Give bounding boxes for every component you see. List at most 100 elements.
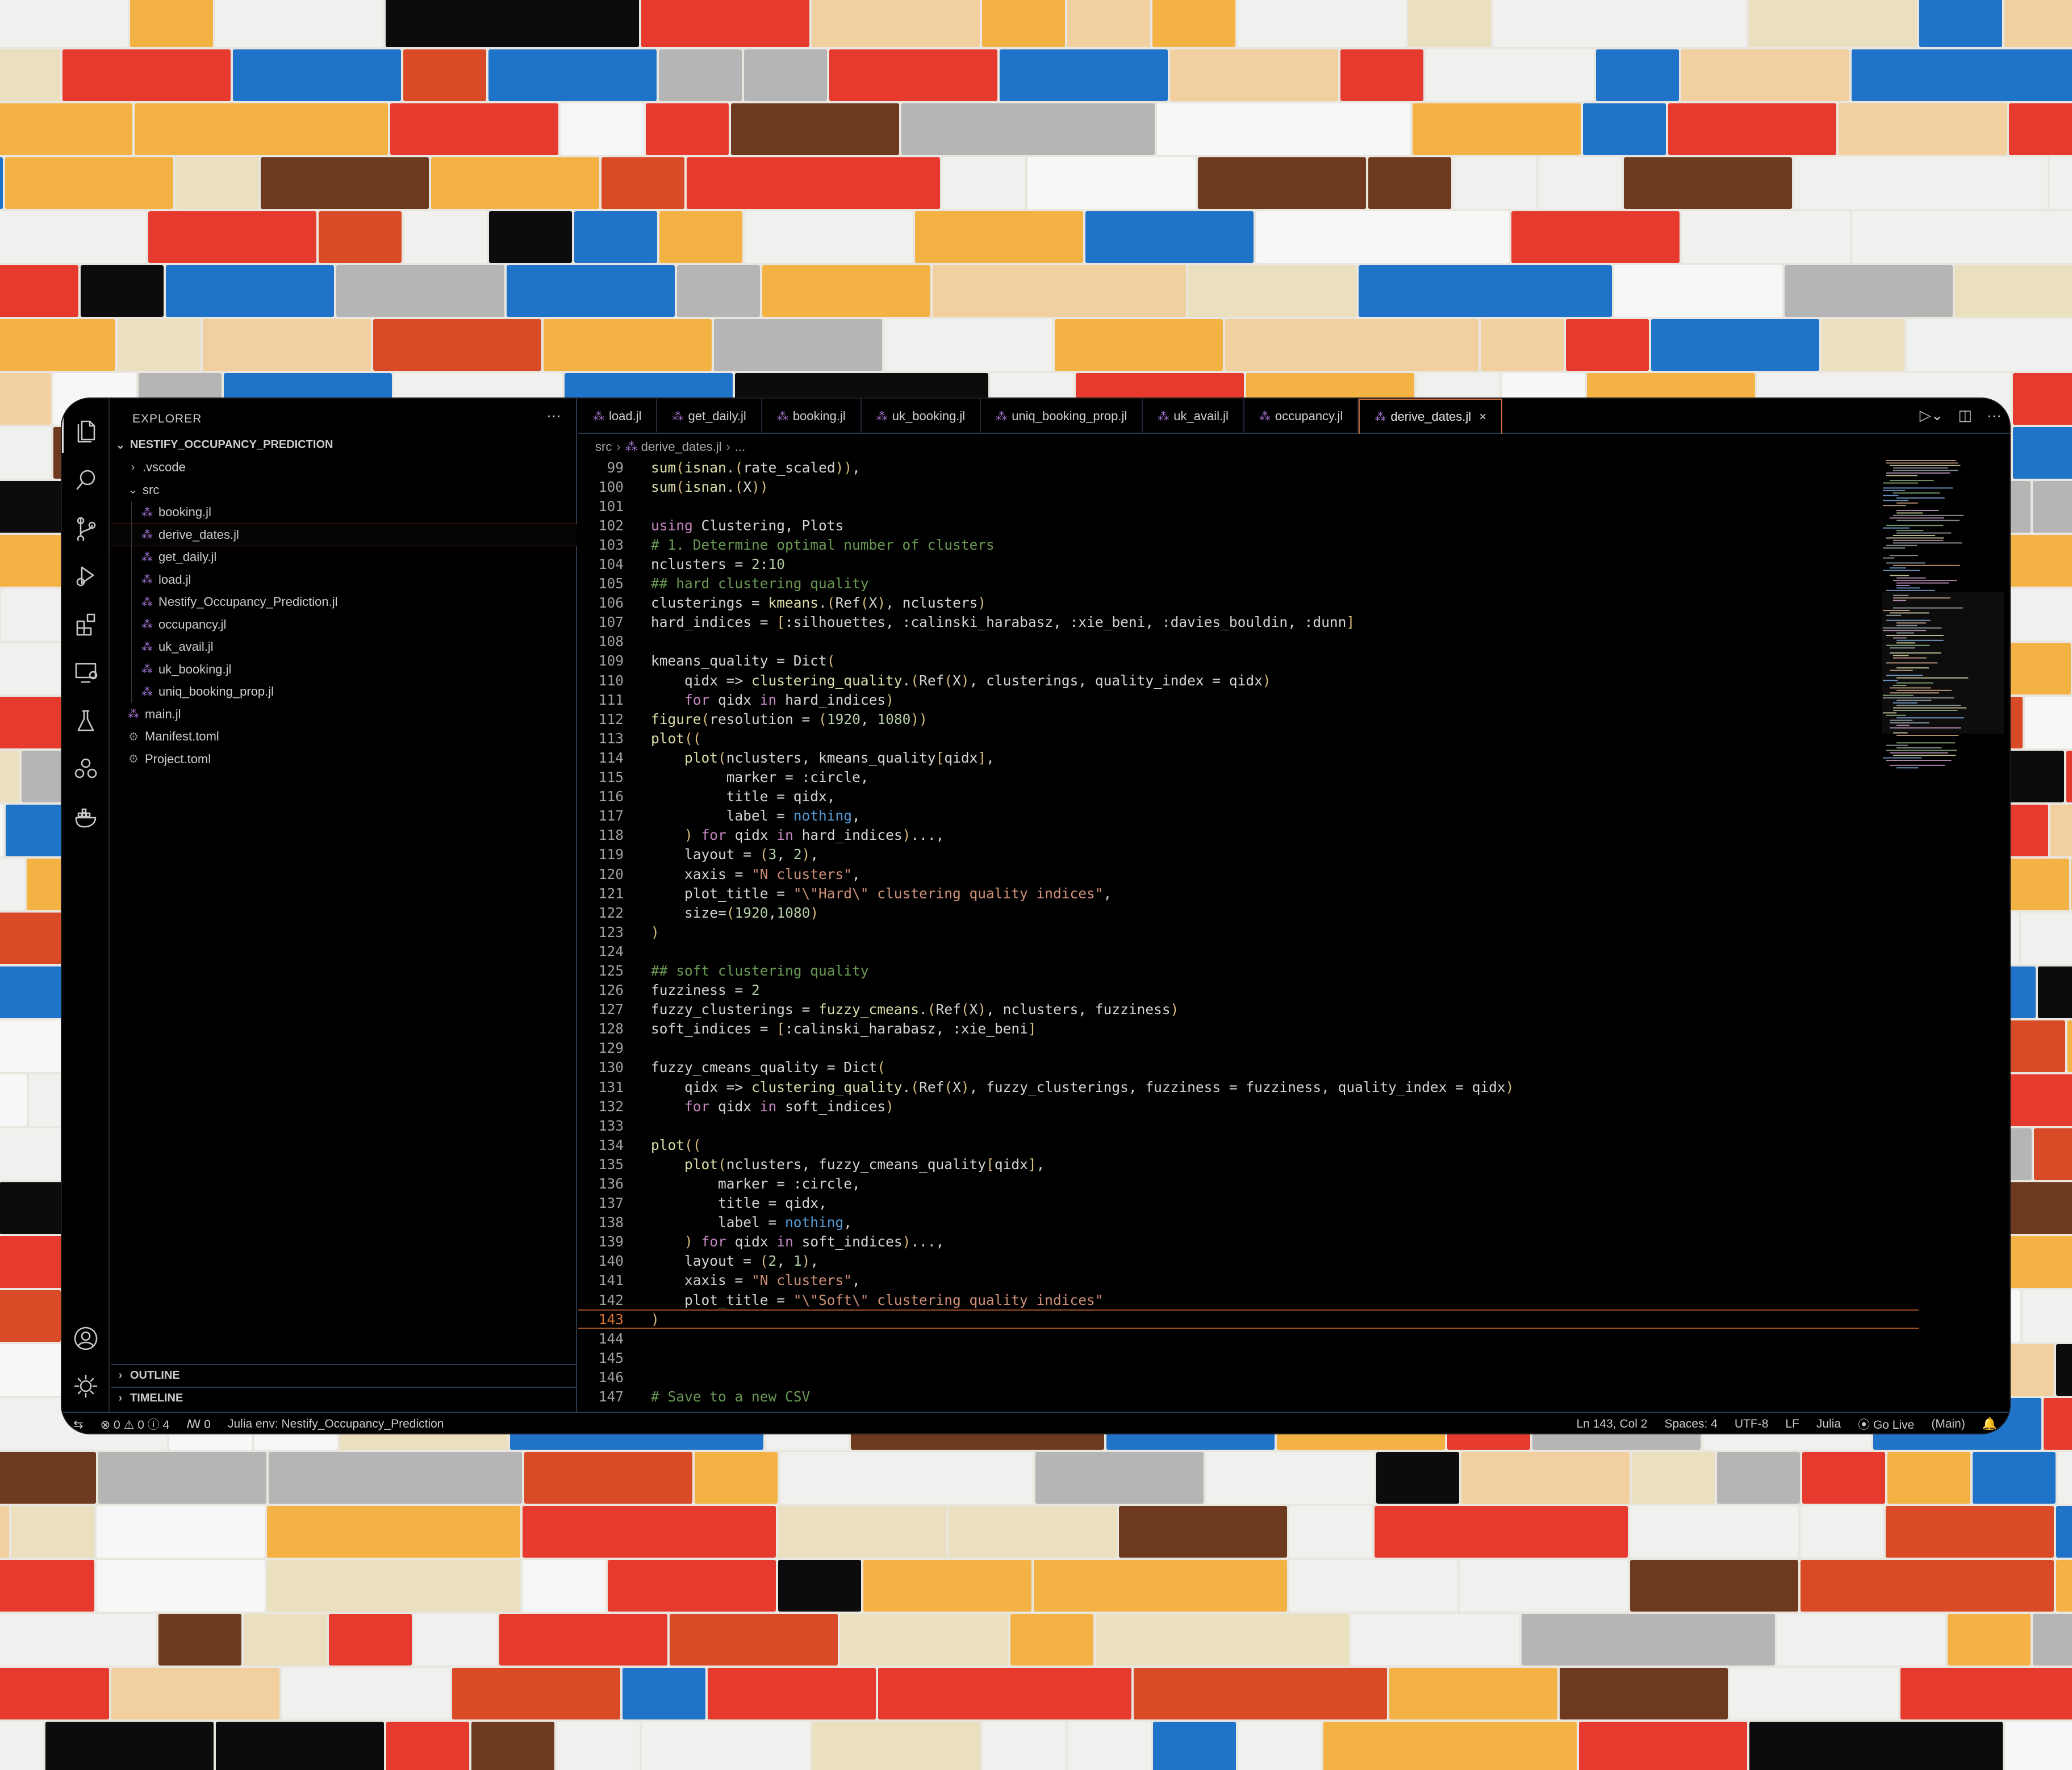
tab-booking-jl[interactable]: ⁂ booking.jl: [762, 399, 862, 434]
outline-section[interactable]: › OUTLINE: [111, 1364, 577, 1386]
code-line[interactable]: 128 soft_indices = [:calinski_harabasz, :…: [578, 1019, 1919, 1039]
code-line[interactable]: 109 kmeans_quality = Dict(: [578, 651, 1919, 671]
close-icon[interactable]: ×: [1479, 409, 1486, 424]
code-line[interactable]: 124: [578, 942, 1919, 961]
run-icon[interactable]: ▷⌄: [1920, 407, 1944, 424]
code-line[interactable]: 134 plot((: [578, 1135, 1919, 1154]
code-line[interactable]: 133: [578, 1116, 1919, 1135]
code-line[interactable]: 111 for qidx in hard_indices): [578, 690, 1919, 709]
indentation[interactable]: Spaces: 4: [1664, 1417, 1717, 1431]
remote-explorer-icon[interactable]: [62, 650, 110, 694]
code-line[interactable]: 112 figure(resolution = (1920, 1080)): [578, 709, 1919, 729]
code-line[interactable]: 123): [578, 922, 1919, 942]
branch-indicator[interactable]: (Main): [1931, 1417, 1965, 1431]
tab-uniq-booking-prop-jl[interactable]: ⁂ uniq_booking_prop.jl: [981, 399, 1143, 434]
go-live-button[interactable]: ⦿ Go Live: [1858, 1416, 1914, 1433]
tree-item[interactable]: ⁂ Nestify_Occupancy_Prediction.jl: [111, 591, 577, 613]
code-line[interactable]: 129: [578, 1039, 1919, 1058]
code-editor[interactable]: 99 sum(isnan.(rate_scaled)), 100 sum(isnan.…: [578, 458, 1919, 1407]
problems-indicator[interactable]: ⊗ 0 ⚠ 0 ⓘ 4: [101, 1416, 170, 1433]
source-control-icon[interactable]: [62, 505, 110, 550]
code-line[interactable]: 113 plot((: [578, 729, 1919, 748]
tree-item[interactable]: ⁂ main.jl: [111, 703, 577, 726]
code-line[interactable]: 104 nclusters = 2:10: [578, 554, 1919, 574]
explorer-more-actions-icon[interactable]: ···: [546, 407, 561, 424]
tree-item[interactable]: ⁂ uk_avail.jl: [111, 635, 577, 658]
code-line[interactable]: 105 ## hard clustering quality: [578, 574, 1919, 593]
code-line[interactable]: 137 title = qidx,: [578, 1194, 1919, 1213]
code-line[interactable]: 135 plot(nclusters, fuzzy_cmeans_quality…: [578, 1154, 1919, 1174]
code-line[interactable]: 143): [578, 1309, 1919, 1329]
files-icon[interactable]: [62, 409, 110, 453]
code-line[interactable]: 140 layout = (2, 1),: [578, 1252, 1919, 1271]
code-line[interactable]: 122 size=(1920,1080): [578, 903, 1919, 922]
tab-uk-avail-jl[interactable]: ⁂ uk_avail.jl: [1143, 399, 1244, 434]
code-line[interactable]: 130 fuzzy_cmeans_quality = Dict(: [578, 1058, 1919, 1077]
code-line[interactable]: 99 sum(isnan.(rate_scaled)),: [578, 458, 1919, 477]
testing-icon[interactable]: [62, 698, 110, 743]
tree-item[interactable]: ⁂ derive_dates.jl: [111, 524, 577, 546]
tree-item[interactable]: ⚙ Manifest.toml: [111, 726, 577, 748]
code-line[interactable]: 102 using Clustering, Plots: [578, 516, 1919, 535]
language-mode[interactable]: Julia: [1816, 1417, 1841, 1431]
code-line[interactable]: 132 for qidx in soft_indices): [578, 1097, 1919, 1116]
code-line[interactable]: 103 # 1. Determine optimal number of clus…: [578, 535, 1919, 554]
notifications-bell-icon[interactable]: 🔔: [1982, 1417, 1997, 1431]
remote-indicator-icon[interactable]: ⇆: [73, 1417, 83, 1432]
tree-item[interactable]: ⁂ occupancy.jl: [111, 613, 577, 636]
tab-load-jl[interactable]: ⁂ load.jl: [578, 399, 658, 434]
code-line[interactable]: 119 layout = (3, 2),: [578, 845, 1919, 864]
code-line[interactable]: 136 marker = :circle,: [578, 1174, 1919, 1193]
code-line[interactable]: 144: [578, 1329, 1919, 1348]
docker-icon[interactable]: [62, 795, 110, 839]
code-line[interactable]: 125 ## soft clustering quality: [578, 961, 1919, 980]
code-line[interactable]: 127 fuzzy_clusterings = fuzzy_cmeans.(Ref…: [578, 1000, 1919, 1019]
code-line[interactable]: 117 label = nothing,: [578, 806, 1919, 826]
tree-item[interactable]: › .vscode: [111, 457, 577, 479]
breadcrumb-folder[interactable]: src: [595, 440, 612, 454]
end-of-line[interactable]: LF: [1785, 1417, 1799, 1431]
minimap[interactable]: [1882, 458, 2007, 776]
search-icon[interactable]: [62, 457, 110, 501]
code-line[interactable]: 101: [578, 496, 1919, 516]
code-line[interactable]: 138 label = nothing,: [578, 1213, 1919, 1232]
split-editor-icon[interactable]: ◫: [1958, 407, 1972, 424]
minimap-viewport[interactable]: [1882, 592, 2004, 734]
tree-item[interactable]: ⁂ uk_booking.jl: [111, 658, 577, 681]
tab-get-daily-jl[interactable]: ⁂ get_daily.jl: [657, 399, 762, 434]
code-line[interactable]: 126 fuzziness = 2: [578, 981, 1919, 1000]
code-line[interactable]: 121 plot_title = "\"Hard\" clustering qu…: [578, 884, 1919, 903]
code-line[interactable]: 106 clusterings = kmeans.(Ref(X), ncluste…: [578, 593, 1919, 613]
code-line[interactable]: 108: [578, 632, 1919, 651]
code-line[interactable]: 100 sum(isnan.(X)): [578, 477, 1919, 496]
julia-env-indicator[interactable]: Julia env: Nestify_Occupancy_Prediction: [228, 1417, 444, 1431]
code-line[interactable]: 146: [578, 1367, 1919, 1387]
code-line[interactable]: 142 plot_title = "\"Soft\" clustering qu…: [578, 1290, 1919, 1309]
tab-derive-dates-jl[interactable]: ⁂ derive_dates.jl ×: [1359, 399, 1503, 434]
run-debug-icon[interactable]: [62, 554, 110, 598]
tab-uk-booking-jl[interactable]: ⁂ uk_booking.jl: [862, 399, 981, 434]
code-line[interactable]: 131 qidx => clustering_quality.(Ref(X), …: [578, 1077, 1919, 1097]
code-line[interactable]: 147 # Save to a new CSV: [578, 1387, 1919, 1407]
ports-indicator[interactable]: ꟿ 0: [186, 1417, 211, 1432]
tree-item[interactable]: ⌄ src: [111, 479, 577, 501]
tree-item[interactable]: ⁂ uniq_booking_prop.jl: [111, 680, 577, 703]
tree-item[interactable]: ⁂ load.jl: [111, 568, 577, 591]
cursor-position[interactable]: Ln 143, Col 2: [1577, 1417, 1648, 1431]
timeline-section[interactable]: › TIMELINE: [111, 1387, 577, 1408]
code-line[interactable]: 120 xaxis = "N clusters",: [578, 864, 1919, 884]
code-line[interactable]: 110 qidx => clustering_quality.(Ref(X), …: [578, 671, 1919, 690]
encoding[interactable]: UTF-8: [1735, 1417, 1769, 1431]
code-line[interactable]: 141 xaxis = "N clusters",: [578, 1271, 1919, 1290]
extensions-icon[interactable]: [62, 602, 110, 646]
code-line[interactable]: 116 title = qidx,: [578, 787, 1919, 806]
tree-item[interactable]: ⁂ booking.jl: [111, 501, 577, 524]
code-line[interactable]: 118 ) for qidx in hard_indices)...,: [578, 826, 1919, 845]
tree-item[interactable]: ⚙ Project.toml: [111, 748, 577, 771]
tree-item[interactable]: ⁂ get_daily.jl: [111, 546, 577, 568]
breadcrumb-more[interactable]: ...: [735, 440, 745, 454]
code-line[interactable]: 145: [578, 1348, 1919, 1367]
more-actions-icon[interactable]: ···: [1987, 407, 2002, 424]
code-line[interactable]: 139 ) for qidx in soft_indices)...,: [578, 1232, 1919, 1252]
tab-occupancy-jl[interactable]: ⁂ occupancy.jl: [1244, 399, 1359, 434]
